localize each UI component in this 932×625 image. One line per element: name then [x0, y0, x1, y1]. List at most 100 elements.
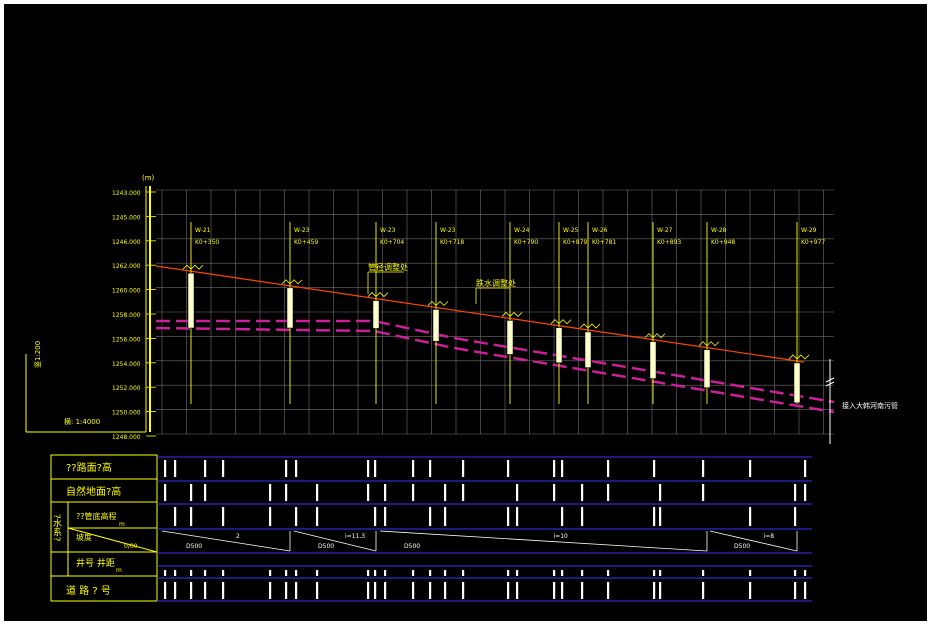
well-id: W-25	[563, 227, 579, 234]
table-value-glyph	[285, 582, 288, 599]
profile-table: ??路面?高 自然地面?高 ??管底高程 m 坡度 0/00 井号 井距 m 道…	[50, 454, 812, 602]
well-id: W-21	[195, 227, 211, 234]
row-distance-unit: m	[116, 567, 122, 574]
slope-markers: D500 2 D500 i=11.3 D500 i=10 D500 i=8	[161, 530, 798, 552]
table-value-glyph	[516, 570, 519, 576]
table-value-glyph	[794, 570, 797, 576]
table-value-glyph	[164, 460, 167, 477]
well-marker: W-26 K0+781	[579, 222, 616, 404]
table-value-glyph	[204, 570, 207, 576]
row-slope: 坡度	[76, 532, 92, 542]
segment-slope: i=8	[764, 533, 775, 540]
row-well-distance: 井号 井距	[76, 557, 115, 569]
well-marker: W-23 K0+718	[427, 222, 464, 404]
table-value-glyph	[164, 484, 167, 501]
table-value-glyph	[507, 582, 510, 599]
table-value-glyph	[384, 582, 387, 599]
table-value-glyph	[429, 507, 432, 526]
table-value-glyph	[204, 484, 207, 501]
y-tick-label: 1250.000	[112, 410, 141, 417]
well-id: W-23	[294, 227, 310, 234]
table-value-glyph	[269, 507, 272, 526]
well-body	[286, 287, 294, 329]
profile-grid	[156, 189, 834, 435]
well-station: K0+977	[801, 239, 825, 246]
table-value-glyph	[190, 507, 193, 526]
table-value-glyph	[659, 484, 662, 501]
well-id: W-29	[801, 227, 817, 234]
ground-hatch	[644, 333, 666, 339]
row-slope-unit: 0/00	[124, 543, 138, 550]
well-body	[649, 341, 657, 379]
table-value-glyph	[561, 582, 564, 599]
well-station: K0+781	[592, 239, 616, 246]
profile-drawing: (m) 1243.000 1245.000 1246.000 1262.000 1260…	[25, 174, 898, 602]
table-value-glyph	[653, 460, 656, 477]
table-value-glyph	[204, 460, 207, 477]
table-value-glyph	[462, 460, 465, 477]
ground-hatch	[427, 300, 449, 307]
well-id: W-24	[514, 227, 530, 234]
table-value-glyph	[295, 507, 298, 526]
table-value-glyph	[553, 460, 556, 477]
table-value-glyph	[190, 582, 193, 599]
y-tick-label: 1256.000	[112, 336, 141, 343]
table-value-glyph	[653, 507, 656, 526]
well-id: W-27	[657, 227, 673, 234]
table-value-glyph	[316, 507, 319, 526]
table-value-glyph	[581, 570, 584, 576]
table-value-glyph	[607, 582, 610, 599]
well-body	[372, 300, 380, 329]
table-value-glyph	[462, 582, 465, 599]
table-value-glyph	[444, 484, 447, 501]
table-value-glyph	[444, 582, 447, 599]
table-value-glyph	[516, 507, 519, 526]
drawing-canvas[interactable]: (m) 1243.000 1245.000 1246.000 1262.000 1260…	[4, 4, 927, 621]
table-value-glyph	[164, 582, 167, 599]
table-value-glyph	[412, 484, 415, 501]
table-value-glyph	[174, 460, 177, 477]
note-pipe-change: 管径调整处	[368, 262, 408, 272]
table-value-glyph	[174, 582, 177, 599]
table-value-glyph	[659, 507, 662, 526]
table-value-glyph	[794, 507, 797, 526]
table-value-glyph	[516, 484, 519, 501]
table-value-glyph	[285, 460, 288, 477]
wells: W-21 K0+350 W-23 K0+459 W-23 K0+704 W-23 K0+718…	[182, 222, 825, 404]
table-value-glyph	[412, 460, 415, 477]
table-value-glyph	[462, 484, 465, 501]
note-drop-change: 跌水调整处	[476, 278, 516, 288]
table-value-glyph	[581, 582, 584, 599]
table-value-glyph	[269, 484, 272, 501]
slope-line	[161, 530, 291, 552]
outlet-label: 接入大韩河南污管	[842, 401, 898, 410]
table-value-glyph	[384, 484, 387, 501]
well-marker: W-25 K0+879	[550, 222, 587, 404]
well-body	[703, 349, 711, 388]
y-tick-label: 1245.000	[112, 214, 141, 221]
well-body	[555, 327, 563, 363]
well-body	[187, 272, 195, 329]
table-value-glyph	[222, 460, 225, 477]
table-value-glyph	[804, 484, 807, 501]
y-unit: (m)	[142, 174, 155, 182]
table-value-glyph	[190, 484, 193, 501]
y-tick-label: 1258.000	[112, 312, 141, 319]
table-value-glyph	[412, 570, 415, 576]
well-marker: W-24 K0+790	[501, 222, 538, 404]
table-value-glyph	[222, 582, 225, 599]
row-road-elevation: ??路面?高	[66, 461, 112, 474]
segment-slope: i=10	[554, 533, 569, 540]
table-value-glyph	[412, 582, 415, 599]
segment-slope: i=11.3	[345, 533, 365, 540]
table-value-glyph	[316, 484, 319, 501]
table-value-glyph	[607, 570, 610, 576]
table-value-glyph	[581, 484, 584, 501]
y-tick-label: 1254.000	[112, 361, 141, 368]
table-value-glyph	[561, 507, 564, 526]
table-value-glyph	[516, 582, 519, 599]
table-value-glyph	[749, 582, 752, 599]
cad-window: (m) 1243.000 1245.000 1246.000 1262.000 1260…	[0, 0, 932, 625]
ground-hatch	[698, 341, 720, 347]
table-value-glyph	[316, 570, 319, 576]
